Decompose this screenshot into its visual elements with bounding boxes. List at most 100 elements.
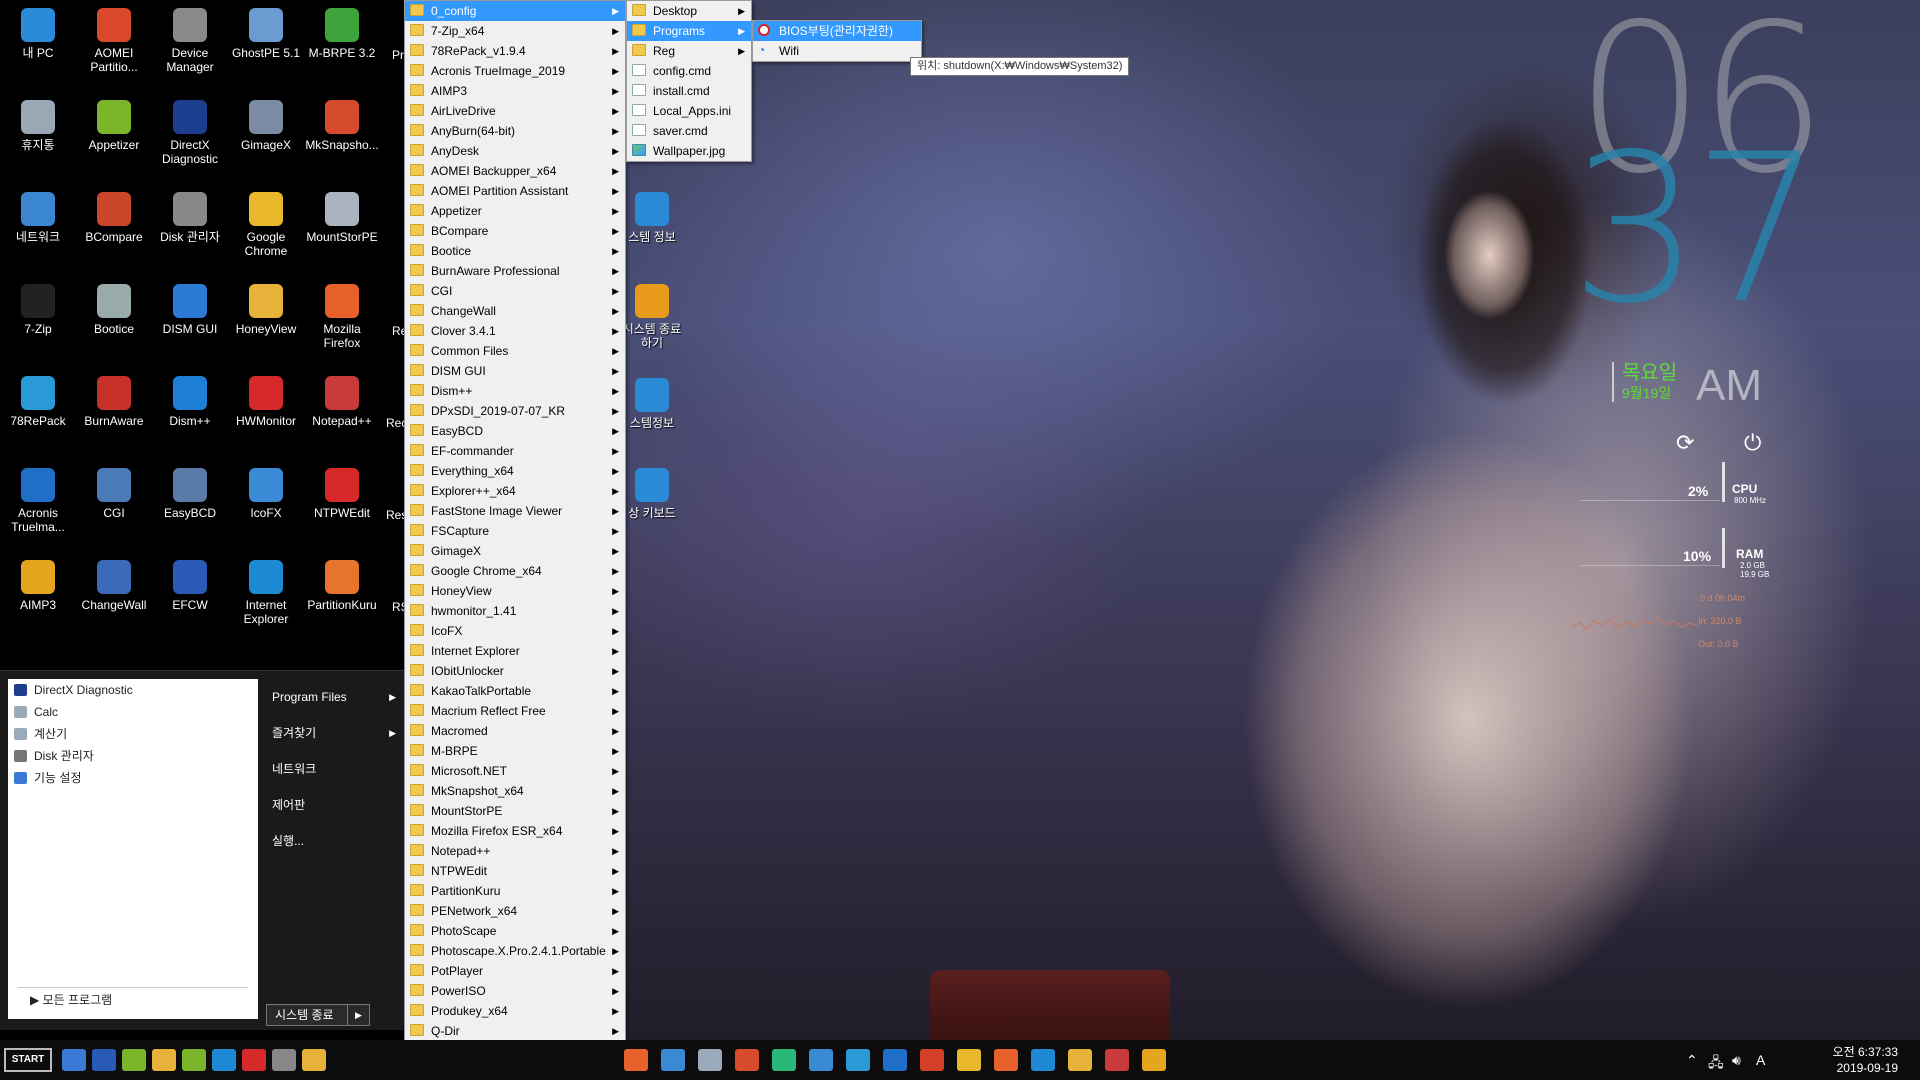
menu-item-folder[interactable]: IcoFX ▶︎ — [405, 621, 625, 641]
menu-item-folder[interactable]: 78RePack_v1.9.4 ▶︎ — [405, 41, 625, 61]
desktop-icon[interactable]: ChangeWall — [76, 560, 152, 612]
start-recent-item[interactable]: 기능 설정 — [8, 767, 258, 789]
config-item[interactable]: install.cmd — [627, 81, 751, 101]
config-item[interactable]: Programs ▶︎ — [627, 21, 751, 41]
menu-item-folder[interactable]: Macrium Reflect Free ▶︎ — [405, 701, 625, 721]
desktop-icon[interactable]: 스템 정보 — [620, 192, 684, 244]
shutdown-options-icon[interactable]: ▶︎ — [347, 1005, 369, 1025]
start-button[interactable]: START — [4, 1048, 52, 1072]
menu-item-folder[interactable]: KakaoTalkPortable ▶︎ — [405, 681, 625, 701]
menu-item-folder[interactable]: MountStorPE ▶︎ — [405, 801, 625, 821]
menu-item-folder[interactable]: Microsoft.NET ▶︎ — [405, 761, 625, 781]
taskbar-app-icon[interactable] — [1031, 1049, 1055, 1071]
menu-item-folder[interactable]: Q-Dir ▶︎ — [405, 1021, 625, 1041]
menu-item-folder[interactable]: GimageX ▶︎ — [405, 541, 625, 561]
start-recent-item[interactable]: Disk 관리자 — [8, 745, 258, 767]
desktop-icon[interactable]: Acronis Truelma... — [0, 468, 76, 534]
menu-item-folder[interactable]: FSCapture ▶︎ — [405, 521, 625, 541]
taskbar-app-icon[interactable] — [242, 1049, 266, 1071]
menu-item-folder[interactable]: 7-Zip_x64 ▶︎ — [405, 21, 625, 41]
menu-item-folder[interactable]: NTPWEdit ▶︎ — [405, 861, 625, 881]
chevron-up-icon[interactable]: ⌃ — [1686, 1052, 1698, 1069]
taskbar-clock-time[interactable]: 오전 6:37:33 — [1833, 1043, 1898, 1060]
taskbar-clock-date[interactable]: 2019-09-19 — [1837, 1061, 1898, 1075]
desktop-icon[interactable]: HoneyView — [228, 284, 304, 336]
desktop-icon[interactable]: GimageX — [228, 100, 304, 152]
network-icon[interactable]: 🖧 — [1708, 1052, 1724, 1076]
menu-item-folder[interactable]: PENetwork_x64 ▶︎ — [405, 901, 625, 921]
volume-icon[interactable]: 🔊︎ — [1732, 1052, 1741, 1069]
desktop-icon[interactable]: 시스템 종료하기 — [620, 284, 684, 350]
menu-item-folder[interactable]: AOMEI Backupper_x64 ▶︎ — [405, 161, 625, 181]
taskbar-app-icon[interactable] — [272, 1049, 296, 1071]
menu-item-folder[interactable]: PhotoScape ▶︎ — [405, 921, 625, 941]
menu-item-folder[interactable]: Clover 3.4.1 ▶︎ — [405, 321, 625, 341]
desktop-icon[interactable]: Appetizer — [76, 100, 152, 152]
taskbar-app-icon[interactable] — [772, 1049, 796, 1071]
taskbar-app-icon[interactable] — [302, 1049, 326, 1071]
menu-item-folder[interactable]: DPxSDI_2019-07-07_KR ▶︎ — [405, 401, 625, 421]
desktop-icon[interactable]: EasyBCD — [152, 468, 228, 520]
menu-item-folder[interactable]: Common Files ▶︎ — [405, 341, 625, 361]
desktop-icon[interactable]: Disk 관리자 — [152, 192, 228, 244]
desktop-icon[interactable]: BurnAware — [76, 376, 152, 428]
config-item[interactable]: Wallpaper.jpg — [627, 141, 751, 161]
desktop-icon[interactable]: Bootice — [76, 284, 152, 336]
desktop-icon[interactable]: 스템정보 — [620, 378, 684, 430]
config-item[interactable]: Local_Apps.ini — [627, 101, 751, 121]
config-item[interactable]: config.cmd — [627, 61, 751, 81]
desktop-icon[interactable]: DirectX Diagnostic — [152, 100, 228, 166]
menu-item-folder[interactable]: BurnAware Professional ▶︎ — [405, 261, 625, 281]
menu-item-folder[interactable]: Photoscape.X.Pro.2.4.1.Portable ▶︎ — [405, 941, 625, 961]
desktop-icon[interactable]: 7-Zip — [0, 284, 76, 336]
programs-submenu-item[interactable]: BIOS부팅(관리자권한) — [753, 21, 921, 41]
menu-item-folder[interactable]: PotPlayer ▶︎ — [405, 961, 625, 981]
desktop-icon[interactable]: IcoFX — [228, 468, 304, 520]
config-item[interactable]: Desktop ▶︎ — [627, 1, 751, 21]
menu-item-folder[interactable]: FastStone Image Viewer ▶︎ — [405, 501, 625, 521]
taskbar-app-icon[interactable] — [883, 1049, 907, 1071]
menu-item-folder[interactable]: 0_config ▶︎ — [405, 1, 625, 21]
menu-item-folder[interactable]: HoneyView ▶︎ — [405, 581, 625, 601]
desktop-icon[interactable]: AOMEI Partitio... — [76, 8, 152, 74]
menu-item-folder[interactable]: AOMEI Partition Assistant ▶︎ — [405, 181, 625, 201]
desktop-icon[interactable]: PartitionKuru — [304, 560, 380, 612]
programs-submenu-item[interactable]: ◔ Wifi — [753, 41, 921, 61]
menu-item-folder[interactable]: AIMP3 ▶︎ — [405, 81, 625, 101]
menu-item-folder[interactable]: AnyBurn(64-bit) ▶︎ — [405, 121, 625, 141]
start-link-item[interactable]: 실행... — [262, 823, 404, 859]
taskbar-app-icon[interactable] — [182, 1049, 206, 1071]
menu-item-folder[interactable]: EF-commander ▶︎ — [405, 441, 625, 461]
menu-item-folder[interactable]: Internet Explorer ▶︎ — [405, 641, 625, 661]
menu-item-folder[interactable]: Notepad++ ▶︎ — [405, 841, 625, 861]
config-item[interactable]: saver.cmd — [627, 121, 751, 141]
taskbar-app-icon[interactable] — [957, 1049, 981, 1071]
taskbar-app-icon[interactable] — [809, 1049, 833, 1071]
taskbar-app-icon[interactable] — [92, 1049, 116, 1071]
config-item[interactable]: Reg ▶︎ — [627, 41, 751, 61]
start-link-item[interactable]: 즐겨찾기 ▶︎ — [262, 715, 404, 751]
desktop-icon[interactable]: BCompare — [76, 192, 152, 244]
taskbar-app-icon[interactable] — [920, 1049, 944, 1071]
all-programs-button[interactable]: ▶︎ 모든 프로그램 — [18, 987, 248, 1009]
menu-item-folder[interactable]: Appetizer ▶︎ — [405, 201, 625, 221]
taskbar-app-icon[interactable] — [1105, 1049, 1129, 1071]
refresh-icon[interactable]: ⟳ — [1676, 430, 1694, 456]
menu-item-folder[interactable]: M-BRPE ▶︎ — [405, 741, 625, 761]
taskbar-app-icon[interactable] — [994, 1049, 1018, 1071]
menu-item-folder[interactable]: Mozilla Firefox ESR_x64 ▶︎ — [405, 821, 625, 841]
desktop-icon[interactable]: 상 키보드 — [620, 468, 684, 520]
desktop-icon[interactable]: EFCW — [152, 560, 228, 612]
desktop-icon[interactable]: Dism++ — [152, 376, 228, 428]
ime-indicator[interactable]: A — [1756, 1052, 1765, 1068]
desktop-icon[interactable]: AIMP3 — [0, 560, 76, 612]
desktop-icon[interactable]: 휴지통 — [0, 100, 76, 152]
start-link-item[interactable]: 제어판 — [262, 787, 404, 823]
shutdown-button[interactable]: 시스템 종료 ▶︎ — [266, 1004, 370, 1026]
menu-item-folder[interactable]: Google Chrome_x64 ▶︎ — [405, 561, 625, 581]
menu-item-folder[interactable]: BCompare ▶︎ — [405, 221, 625, 241]
start-recent-item[interactable]: 계산기 — [8, 723, 258, 745]
taskbar-app-icon[interactable] — [1142, 1049, 1166, 1071]
start-link-item[interactable]: 네트워크 — [262, 751, 404, 787]
start-link-item[interactable]: Program Files ▶︎ — [262, 679, 404, 715]
